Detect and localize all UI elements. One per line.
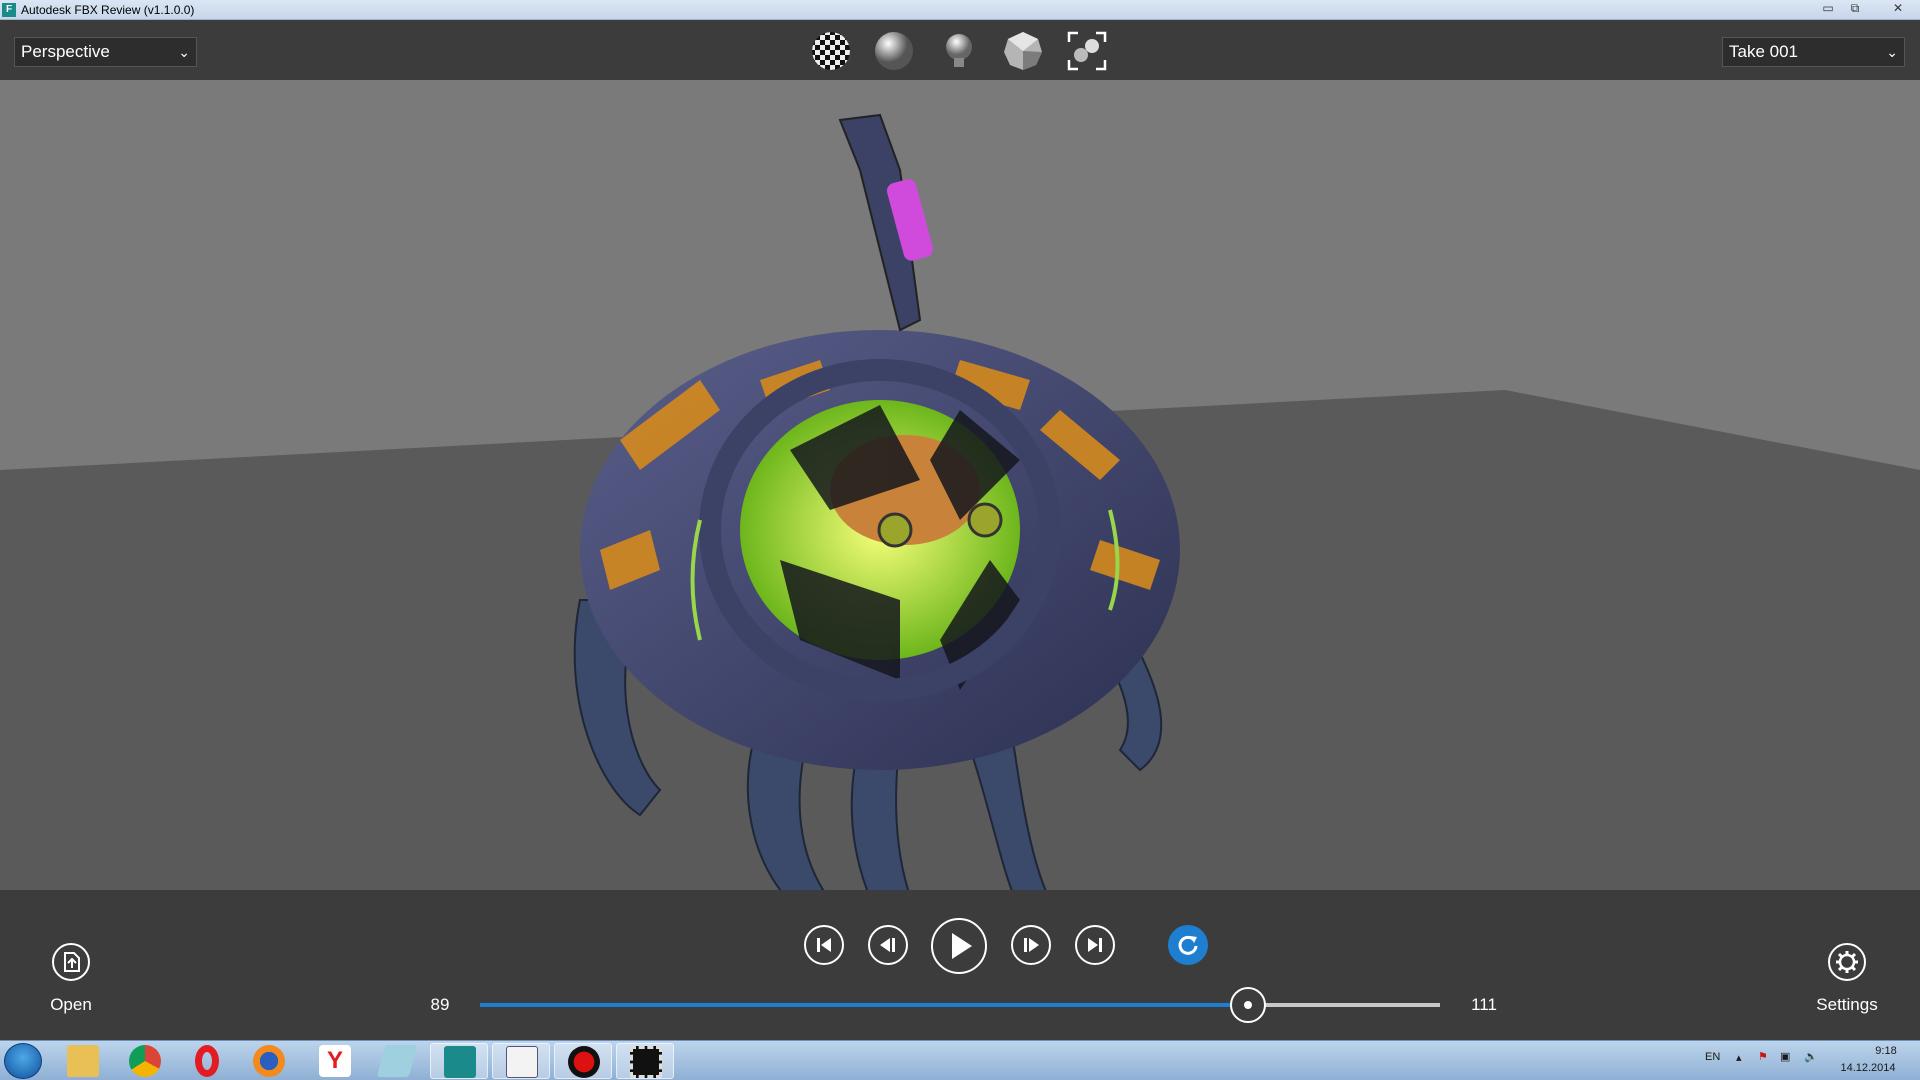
taskbar-paint[interactable] — [492, 1043, 550, 1079]
scene-render — [0, 113, 1920, 890]
chevron-down-icon: ⌄ — [1886, 44, 1898, 60]
start-frame-label: 89 — [430, 995, 450, 1014]
start-button[interactable] — [4, 1043, 42, 1079]
language-indicator[interactable]: EN — [1705, 1051, 1720, 1063]
step-forward-icon — [1024, 938, 1039, 952]
title-bar: F Autodesk FBX Review (v1.1.0.0) ▭ ⧉ ✕ — [0, 0, 1920, 20]
open-button[interactable] — [52, 943, 90, 981]
loop-button[interactable] — [1168, 925, 1208, 965]
open-file-icon — [64, 952, 80, 972]
skip-end-icon — [1088, 938, 1102, 952]
top-toolbar: Perspective ⌄ Take 001 ⌄ — [0, 20, 1920, 80]
faceted-shading-icon[interactable] — [1002, 30, 1044, 72]
paint-icon — [506, 1046, 538, 1078]
open-label: Open — [50, 995, 92, 1014]
record-icon — [568, 1046, 600, 1078]
chevron-down-icon: ⌄ — [178, 44, 190, 60]
camera-select-value: Perspective — [21, 42, 110, 61]
playback-controls: Open 89 111 Settings — [0, 890, 1920, 1040]
taskbar-yandex[interactable]: Y — [306, 1043, 364, 1079]
timeline-track[interactable] — [480, 1003, 1440, 1007]
step-back-icon — [880, 938, 895, 952]
go-to-start-button[interactable] — [804, 925, 844, 965]
end-frame-label: 111 — [1471, 995, 1497, 1014]
play-icon — [952, 933, 972, 959]
minimize-button[interactable]: ▭ — [1816, 1, 1840, 17]
take-select[interactable]: Take 001 ⌄ — [1722, 37, 1905, 67]
settings-button[interactable] — [1828, 943, 1866, 981]
taskbar-firefox[interactable] — [240, 1043, 298, 1079]
action-center-icon[interactable]: ⚑ — [1758, 1050, 1768, 1063]
firefox-icon — [253, 1045, 285, 1077]
take-select-value: Take 001 — [1729, 42, 1798, 61]
tray-expand-icon[interactable]: ▴ — [1736, 1051, 1742, 1064]
light-bulb-icon[interactable] — [938, 30, 980, 72]
checker-shading-icon[interactable] — [810, 30, 852, 72]
go-to-end-button[interactable] — [1075, 925, 1115, 965]
network-icon[interactable]: ▣ — [1780, 1050, 1790, 1063]
step-back-button[interactable] — [868, 925, 908, 965]
settings-label: Settings — [1816, 995, 1878, 1014]
taskbar: Y EN ▴ ⚑ ▣ 🔈 9:18 14.12.2014 — [0, 1040, 1920, 1080]
camera-select[interactable]: Perspective ⌄ — [14, 37, 197, 67]
close-button[interactable]: ✕ — [1880, 1, 1916, 17]
taskbar-filmstrip[interactable] — [616, 1043, 674, 1079]
play-button[interactable] — [931, 918, 987, 974]
restore-button[interactable]: ⧉ — [1843, 1, 1867, 17]
explorer-icon — [67, 1045, 99, 1077]
app-icon: F — [2, 3, 16, 17]
clock-time[interactable]: 9:18 — [1856, 1045, 1916, 1057]
step-forward-button[interactable] — [1011, 925, 1051, 965]
taskbar-fbx-review[interactable] — [430, 1043, 488, 1079]
3d-viewport[interactable] — [0, 80, 1920, 890]
filmstrip-icon — [630, 1046, 662, 1078]
gear-icon — [1836, 951, 1858, 973]
taskbar-recorder[interactable] — [554, 1043, 612, 1079]
timeline-progress — [480, 1003, 1248, 1007]
loop-icon — [1178, 935, 1198, 955]
taskbar-explorer[interactable] — [54, 1043, 112, 1079]
chrome-icon — [129, 1045, 161, 1077]
yandex-icon: Y — [319, 1045, 351, 1077]
fbx-review-icon — [444, 1046, 476, 1078]
taskbar-notepad[interactable] — [368, 1043, 426, 1079]
opera-icon — [195, 1045, 219, 1077]
multi-object-icon[interactable] — [1066, 30, 1108, 72]
notepad-icon — [376, 1045, 418, 1077]
smooth-shading-icon[interactable] — [873, 30, 915, 72]
clock-date[interactable]: 14.12.2014 — [1836, 1062, 1900, 1074]
taskbar-chrome[interactable] — [116, 1043, 174, 1079]
timeline-scrubber[interactable] — [1230, 987, 1266, 1023]
volume-icon[interactable]: 🔈 — [1804, 1050, 1818, 1063]
taskbar-opera[interactable] — [178, 1043, 236, 1079]
window-title: Autodesk FBX Review (v1.1.0.0) — [21, 3, 195, 17]
skip-start-icon — [817, 938, 831, 952]
